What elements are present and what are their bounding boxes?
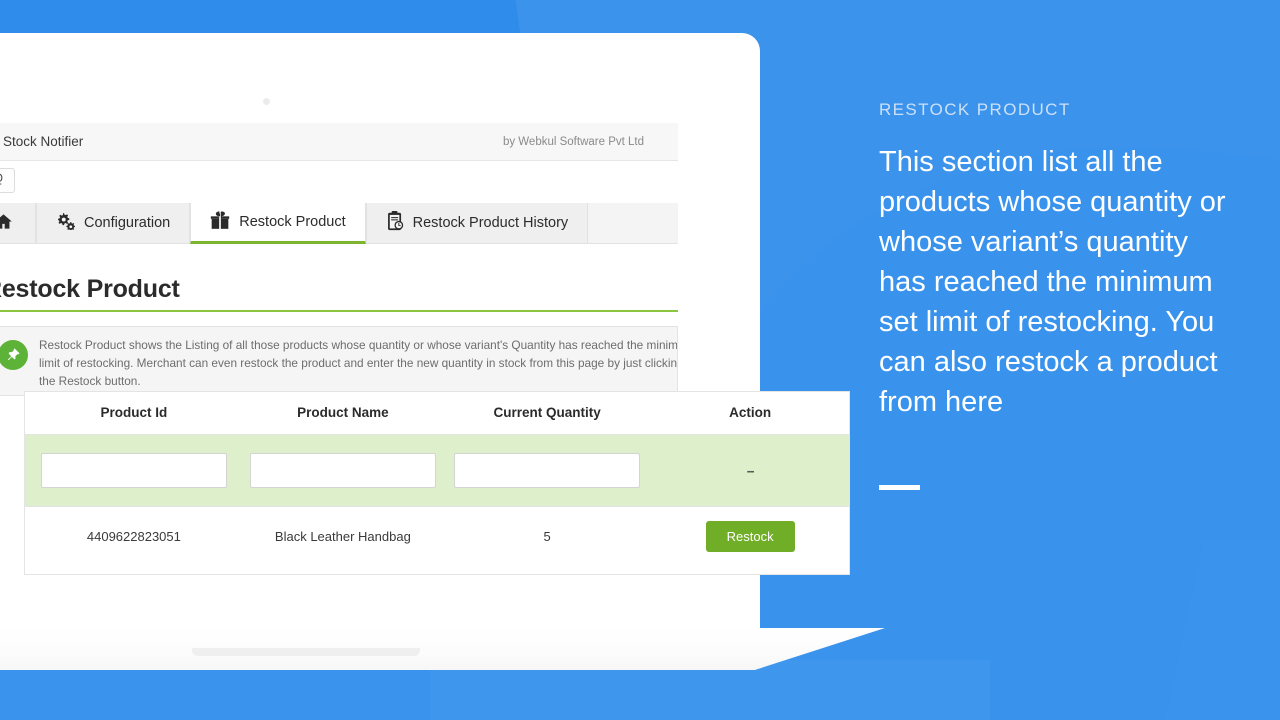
tab-label-restock-product: Restock Product: [239, 214, 346, 230]
tab-restock-product[interactable]: Restock Product: [190, 203, 366, 244]
filter-input-current-quantity[interactable]: [454, 453, 641, 488]
clipboard-clock-icon: [386, 211, 404, 235]
cell-product-id: 4409622823051: [24, 506, 243, 575]
caption-eyebrow: RESTOCK PRODUCT: [879, 100, 1071, 119]
cell-current-quantity: 5: [442, 506, 652, 575]
filter-cell-product-name: [242, 434, 443, 507]
tab-label-restock-product-history: Restock Product History: [412, 215, 569, 231]
table-filter-row: --: [24, 434, 850, 507]
column-header-product-id: Product Id: [24, 391, 243, 435]
cell-product-name: Black Leather Handbag: [242, 506, 443, 575]
info-callout: Restock Product shows the Listing of all…: [0, 326, 678, 396]
caption-underline: [879, 485, 920, 490]
table-row: 4409622823051 Black Leather Handbag 5 Re…: [24, 506, 850, 575]
pushpin-icon: [0, 340, 28, 370]
filter-action-placeholder: --: [746, 462, 755, 478]
filter-input-product-id[interactable]: [40, 453, 227, 488]
app-header: Stock Notifier by Webkul Software Pvt Lt…: [0, 123, 678, 161]
restock-button[interactable]: Restock: [705, 521, 795, 552]
home-icon: [0, 212, 13, 235]
filter-cell-current-quantity: [442, 434, 652, 507]
caption-panel: RESTOCK PRODUCT This section list all th…: [879, 100, 1227, 490]
gift-box-icon: [210, 210, 230, 234]
caption-body: This section list all the products whose…: [879, 146, 1226, 418]
restock-table: Product Id Product Name Current Quantity…: [24, 391, 850, 575]
filter-cell-action: --: [651, 434, 850, 507]
tab-label-configuration: Configuration: [84, 215, 171, 231]
page-title: Restock Product: [0, 275, 180, 303]
tab-bar: Configuration Restock Product Restock Pr…: [0, 203, 678, 244]
faq-bar: FAQ: [0, 161, 678, 204]
webcam-icon: [263, 98, 270, 105]
background-blob-bottom-right: [1156, 540, 1280, 720]
title-divider: [0, 310, 678, 312]
cell-action: Restock: [651, 506, 850, 575]
gears-icon: [56, 212, 76, 234]
trackpad-notch: [192, 648, 420, 656]
tab-restock-product-history[interactable]: Restock Product History: [365, 203, 589, 243]
laptop-base: [0, 628, 885, 670]
table-header-row: Product Id Product Name Current Quantity…: [24, 391, 850, 435]
filter-input-product-name[interactable]: [249, 453, 436, 488]
column-header-current-quantity: Current Quantity: [442, 391, 652, 435]
column-header-product-name: Product Name: [242, 391, 443, 435]
tab-configuration[interactable]: Configuration: [36, 203, 191, 243]
info-text: Restock Product shows the Listing of all…: [39, 338, 678, 388]
app-byline: by Webkul Software Pvt Ltd: [502, 135, 644, 148]
faq-button[interactable]: FAQ: [0, 168, 16, 193]
app-title: Stock Notifier: [3, 134, 84, 149]
column-header-action: Action: [651, 391, 850, 435]
tab-home[interactable]: [0, 203, 36, 243]
filter-cell-product-id: [24, 434, 243, 507]
slide-canvas: Stock Notifier by Webkul Software Pvt Lt…: [0, 0, 1280, 720]
